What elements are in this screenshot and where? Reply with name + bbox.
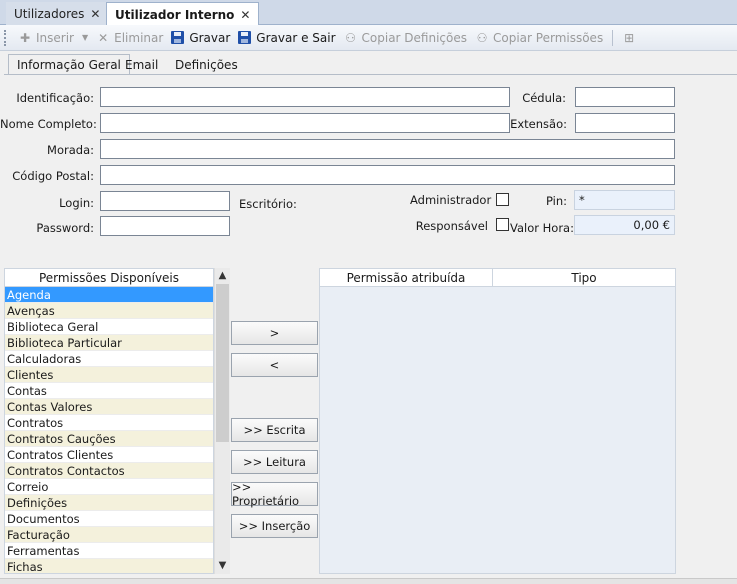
list-item[interactable]: Contratos Contactos bbox=[5, 463, 213, 479]
remove-permission-button[interactable]: < bbox=[231, 353, 318, 377]
save-exit-label: Gravar e Sair bbox=[256, 30, 336, 45]
responsavel-checkbox[interactable] bbox=[496, 218, 509, 231]
doc-tab-label: Utilizadores bbox=[14, 6, 85, 21]
list-item[interactable]: Fichas bbox=[5, 559, 213, 573]
save-label: Gravar bbox=[189, 30, 231, 45]
write-permission-button[interactable]: >> Escrita bbox=[231, 418, 318, 442]
list-item[interactable]: Agenda bbox=[5, 287, 213, 303]
document-tab-strip: Utilizadores ✕ Utilizador Interno ✕ bbox=[0, 0, 737, 26]
available-permissions-header: Permissões Disponíveis bbox=[4, 268, 214, 288]
login-field[interactable] bbox=[100, 191, 230, 211]
list-item[interactable]: Clientes bbox=[5, 367, 213, 383]
tab-email[interactable]: Email bbox=[117, 54, 166, 75]
copy-definitions-button[interactable]: ⚇ Copiar Definições bbox=[340, 27, 471, 49]
password-field[interactable] bbox=[100, 216, 230, 236]
assigned-permissions-grid[interactable] bbox=[319, 286, 676, 574]
identificacao-field[interactable] bbox=[100, 87, 510, 107]
permissions-scrollbar[interactable]: ▲ ▼ bbox=[214, 268, 230, 574]
copy-permissions-button[interactable]: ⚇ Copiar Permissões bbox=[471, 27, 607, 49]
list-item[interactable]: Documentos bbox=[5, 511, 213, 527]
list-item[interactable]: Contas bbox=[5, 383, 213, 399]
identificacao-label: Identificação: bbox=[16, 91, 94, 105]
insert-label: Inserir bbox=[36, 30, 74, 45]
floppy-disk-icon bbox=[238, 31, 252, 44]
copy-user-icon: ⚇ bbox=[345, 30, 356, 45]
scroll-thumb[interactable] bbox=[216, 284, 229, 442]
doc-tab-utilizadores[interactable]: Utilizadores ✕ bbox=[6, 2, 109, 25]
list-item[interactable]: Facturação bbox=[5, 527, 213, 543]
password-label: Password: bbox=[36, 221, 94, 235]
list-item[interactable]: Ferramentas bbox=[5, 543, 213, 559]
extensao-label: Extensão: bbox=[510, 117, 567, 131]
list-item[interactable]: Definições bbox=[5, 495, 213, 511]
tab-definicoes[interactable]: Definições bbox=[167, 54, 246, 75]
cedula-field[interactable] bbox=[575, 87, 675, 107]
tab-panel-border bbox=[4, 74, 737, 75]
delete-x-icon: ✕ bbox=[98, 30, 109, 45]
toolbar: ✚ Inserir ▼ ✕ Eliminar Gravar Gravar e S… bbox=[0, 25, 737, 51]
sub-tab-strip: Informação Geral Email Definições bbox=[0, 51, 737, 75]
login-label: Login: bbox=[59, 196, 94, 210]
scroll-down-icon[interactable]: ▼ bbox=[215, 558, 230, 574]
codigo-postal-field[interactable] bbox=[100, 165, 675, 185]
cedula-label: Cédula: bbox=[522, 91, 566, 105]
plus-icon: ✚ bbox=[19, 30, 31, 45]
valor-hora-label: Valor Hora: bbox=[510, 221, 574, 235]
list-item[interactable]: Calculadoras bbox=[5, 351, 213, 367]
extensao-field[interactable] bbox=[575, 113, 675, 133]
list-item[interactable]: Contratos Clientes bbox=[5, 447, 213, 463]
assigned-permission-column-header[interactable]: Permissão atribuída bbox=[319, 268, 493, 288]
list-item[interactable]: Contratos Cauções bbox=[5, 431, 213, 447]
responsavel-label: Responsável bbox=[415, 219, 488, 233]
type-column-header[interactable]: Tipo bbox=[492, 268, 676, 288]
add-permission-button[interactable]: > bbox=[231, 321, 318, 345]
scroll-up-icon[interactable]: ▲ bbox=[215, 268, 230, 284]
owner-permission-button[interactable]: >> Proprietário bbox=[231, 480, 318, 508]
save-exit-button[interactable]: Gravar e Sair bbox=[234, 27, 339, 49]
morada-field[interactable] bbox=[100, 139, 675, 159]
valor-hora-field[interactable]: 0,00 € bbox=[574, 215, 675, 235]
available-permissions-list[interactable]: Agenda Avenças Biblioteca Geral Biblioteca … bbox=[4, 286, 214, 574]
toolbar-separator bbox=[612, 29, 614, 46]
administrador-checkbox[interactable] bbox=[496, 193, 509, 206]
bottom-border bbox=[0, 578, 737, 584]
tab-informacao-geral[interactable]: Informação Geral bbox=[8, 54, 130, 75]
escritorio-label: Escritório: bbox=[239, 197, 297, 211]
pin-field[interactable]: * bbox=[574, 190, 675, 210]
close-icon[interactable]: ✕ bbox=[240, 8, 250, 22]
morada-label: Morada: bbox=[47, 143, 94, 157]
doc-tab-utilizador-interno[interactable]: Utilizador Interno ✕ bbox=[106, 2, 260, 26]
administrador-label: Administrador bbox=[410, 193, 492, 207]
doc-tab-label: Utilizador Interno bbox=[115, 7, 235, 22]
list-item[interactable]: Biblioteca Geral bbox=[5, 319, 213, 335]
delete-button[interactable]: ✕ Eliminar bbox=[92, 27, 167, 49]
list-item[interactable]: Biblioteca Particular bbox=[5, 335, 213, 351]
save-button[interactable]: Gravar bbox=[167, 27, 234, 49]
insert-permission-button[interactable]: >> Inserção bbox=[231, 514, 318, 538]
copy-definitions-label: Copiar Definições bbox=[361, 30, 467, 45]
list-item[interactable]: Avenças bbox=[5, 303, 213, 319]
nome-completo-field[interactable] bbox=[100, 113, 510, 133]
copy-permissions-label: Copiar Permissões bbox=[493, 30, 604, 45]
toolbar-grip-icon[interactable] bbox=[4, 29, 8, 46]
codigo-postal-label: Código Postal: bbox=[12, 169, 94, 183]
nome-completo-label: Nome Completo: bbox=[0, 117, 97, 131]
layout-grid-icon: ⊞ bbox=[624, 30, 635, 45]
close-icon[interactable]: ✕ bbox=[90, 7, 100, 21]
floppy-disk-icon bbox=[171, 31, 185, 44]
delete-label: Eliminar bbox=[114, 30, 164, 45]
read-permission-button[interactable]: >> Leitura bbox=[231, 450, 318, 474]
list-item[interactable]: Contas Valores bbox=[5, 399, 213, 415]
list-item[interactable]: Contratos bbox=[5, 415, 213, 431]
pin-label: Pin: bbox=[545, 194, 567, 208]
insert-button[interactable]: ✚ Inserir ▼ bbox=[14, 27, 92, 49]
copy-user-icon: ⚇ bbox=[476, 30, 488, 45]
dropdown-arrow-icon[interactable]: ▼ bbox=[82, 33, 88, 42]
list-item[interactable]: Correio bbox=[5, 479, 213, 495]
layout-button[interactable]: ⊞ bbox=[618, 27, 644, 49]
